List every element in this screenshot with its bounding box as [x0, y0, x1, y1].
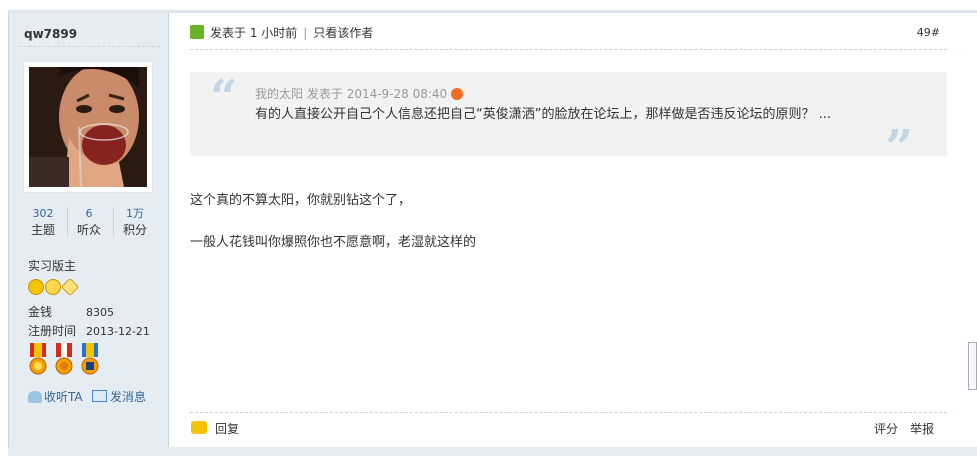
header-divider-line — [190, 49, 947, 50]
message-link[interactable]: 发消息 — [92, 388, 146, 405]
info-money-value: 8305 — [86, 306, 114, 319]
info-register-value: 2013-12-21 — [86, 325, 150, 338]
header-divider: | — [303, 26, 308, 40]
author-name[interactable]: qw7899 — [24, 27, 77, 41]
user-rank[interactable]: 实习版主 — [28, 257, 76, 274]
sun-icon — [28, 279, 44, 295]
close-quote-icon: ” — [885, 120, 913, 176]
posted-time: 1 小时前 — [249, 26, 298, 40]
info-money-key: 金钱 — [28, 305, 53, 319]
stat-listeners-label: 听众 — [76, 223, 101, 237]
reply-button[interactable]: 回复 — [215, 420, 239, 437]
report-button[interactable]: 举报 — [910, 420, 934, 437]
floor-number[interactable]: 49# — [917, 26, 940, 39]
footer-divider — [190, 412, 947, 413]
avatar-frame — [23, 61, 153, 193]
author-sidebar: qw7899 302 主题 6 听众 1万 积分 实习版主 金钱 8305 注册… — [9, 13, 169, 456]
stat-topics[interactable]: 302 主题 — [21, 205, 65, 239]
post-paragraph: 一般人花钱叫你爆照你也不愿意啊，老湿就这样的 — [190, 235, 477, 250]
info-register-key: 注册时间 — [28, 324, 77, 338]
quote-posted-label: 发表于 — [306, 87, 343, 101]
post-main: 发表于 1 小时前 | 只看该作者 49# “ 我的太阳 发表于 2014-9-28… — [170, 13, 977, 456]
stat-topics-value: 302 — [32, 207, 54, 220]
open-quote-icon: “ — [210, 70, 238, 126]
post-body: 这个真的不算太阳，你就别钻这个了， 一般人花钱叫你爆照你也不愿意啊，老湿就这样的 — [190, 191, 476, 275]
sidebar-divider — [18, 46, 160, 47]
reply-icon[interactable] — [191, 421, 207, 434]
author-stats: 302 主题 6 听众 1万 积分 — [21, 205, 157, 239]
jump-to-post-icon[interactable] — [451, 88, 464, 100]
medal-icon[interactable] — [80, 343, 100, 377]
medal-icon[interactable] — [54, 343, 74, 377]
quote-meta: 我的太阳 发表于 2014-9-28 08:40 — [255, 85, 464, 102]
follow-icon — [28, 391, 42, 403]
stat-listeners-value: 6 — [85, 207, 93, 220]
quote-time: 2014-9-28 08:40 — [346, 87, 448, 101]
post-header: 发表于 1 小时前 | 只看该作者 — [210, 24, 373, 41]
medal-icon[interactable] — [28, 343, 48, 377]
stat-points-label: 积分 — [122, 223, 147, 237]
quote-author: 我的太阳 — [255, 87, 304, 101]
stat-listeners[interactable]: 6 听众 — [67, 205, 111, 239]
posted-label: 发表于 — [210, 26, 247, 40]
side-float-tab[interactable] — [968, 342, 977, 390]
avatar[interactable] — [29, 67, 147, 187]
follow-label: 收听TA — [44, 390, 83, 404]
mail-icon — [92, 390, 107, 402]
follow-link[interactable]: 收听TA — [28, 388, 83, 405]
stat-points[interactable]: 1万 积分 — [113, 205, 157, 239]
post-paragraph: 这个真的不算太阳，你就别钻这个了， — [190, 193, 412, 208]
quote-block: “ 我的太阳 发表于 2014-9-28 08:40 有的人直接公开自己个人信息… — [190, 70, 947, 172]
online-status-icon — [190, 25, 204, 39]
info-money: 金钱 8305 — [28, 303, 114, 320]
quote-text: 有的人直接公开自己个人信息还把自己“英俊潇洒”的脸放在论坛上，那样做是否违反论坛… — [255, 107, 831, 122]
moon-icon — [45, 279, 61, 295]
message-label: 发消息 — [110, 390, 147, 404]
avatar-image — [29, 67, 147, 187]
rate-button[interactable]: 评分 — [874, 420, 898, 437]
info-register: 注册时间 2013-12-21 — [28, 322, 150, 339]
bottom-border — [8, 447, 977, 456]
stat-points-value: 1万 — [126, 207, 144, 220]
only-author-link[interactable]: 只看该作者 — [313, 26, 373, 40]
stat-topics-label: 主题 — [30, 223, 55, 237]
star-icon — [60, 277, 80, 297]
